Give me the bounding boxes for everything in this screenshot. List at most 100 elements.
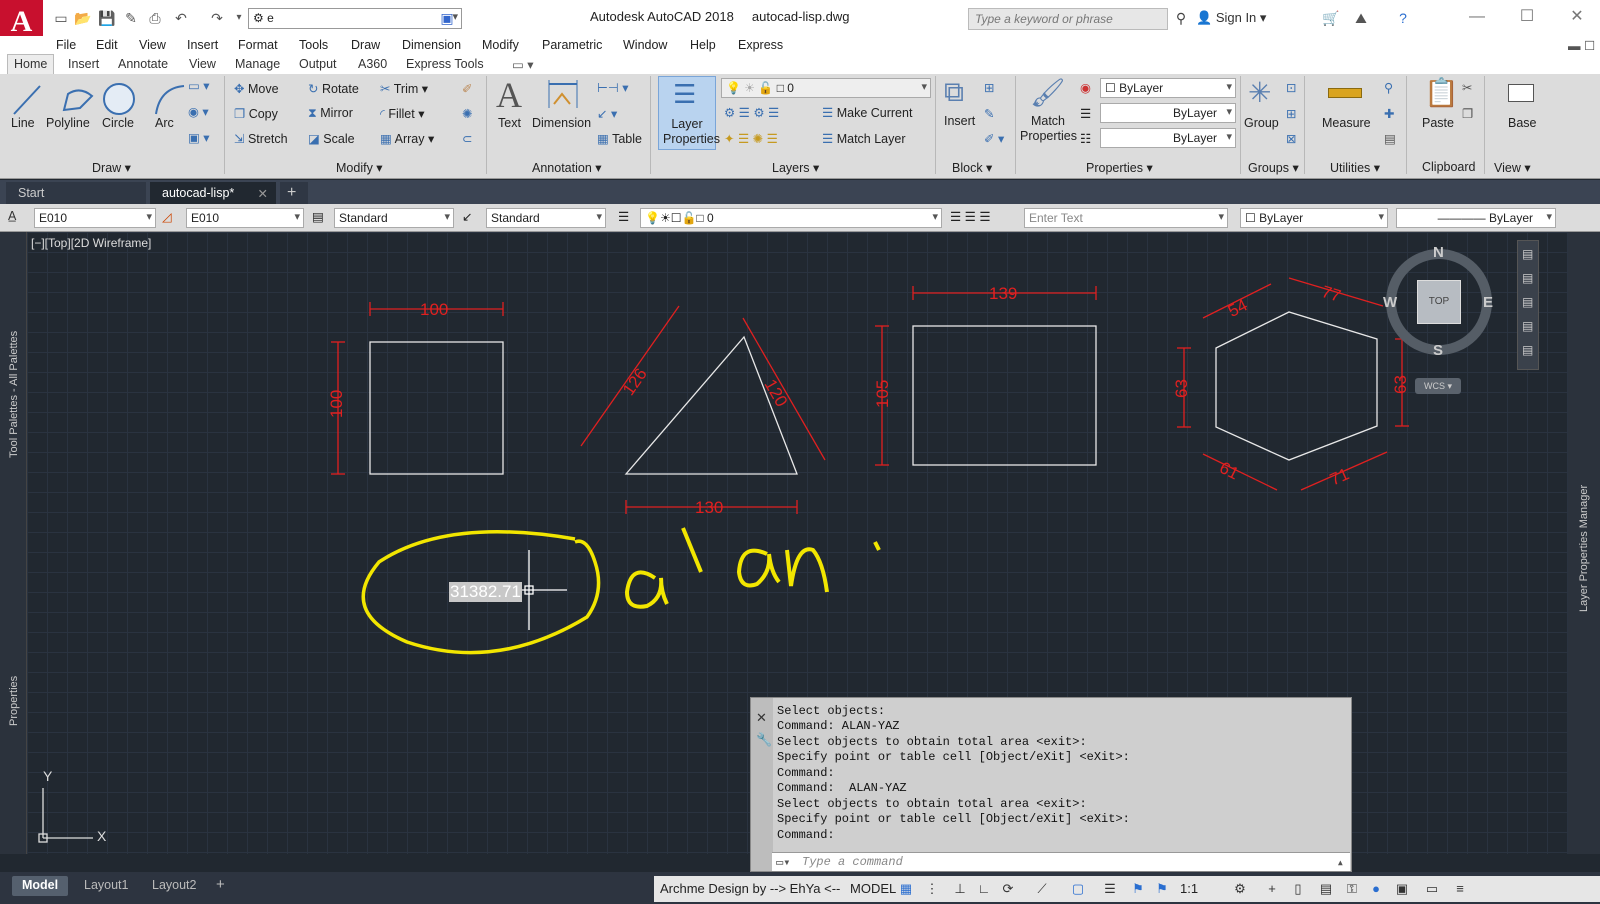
panel-label-annotation[interactable]: Annotation ▾ bbox=[532, 160, 602, 175]
panel-label-groups[interactable]: Groups ▾ bbox=[1248, 160, 1299, 175]
move-button[interactable]: ✥ Move bbox=[234, 81, 279, 96]
panel-label-block[interactable]: Block ▾ bbox=[952, 160, 992, 175]
ortho-icon[interactable]: ⊥ bbox=[952, 881, 968, 897]
hardware-acceleration-icon[interactable]: ▣ bbox=[1394, 881, 1410, 897]
showmotion-icon[interactable]: ▤ bbox=[1522, 343, 1533, 357]
tool-palette-strip[interactable]: Tool Palettes - All Palettes Properties bbox=[0, 232, 27, 854]
calculator-icon[interactable]: ▤ bbox=[1384, 131, 1396, 146]
edit-block-icon[interactable]: ✎ bbox=[984, 106, 994, 121]
panel-label-layers[interactable]: Layers ▾ bbox=[772, 160, 819, 175]
isodraft-icon[interactable]: ⟳ bbox=[1000, 881, 1016, 897]
menu-dimension[interactable]: Dimension bbox=[402, 38, 461, 52]
menu-draw[interactable]: Draw bbox=[351, 38, 380, 52]
cart-icon[interactable]: 🛒 bbox=[1322, 9, 1340, 27]
panel-label-properties[interactable]: Properties ▾ bbox=[1086, 160, 1153, 175]
linear-dim-icon[interactable]: ⊢⊣ ▾ bbox=[597, 80, 629, 95]
copy-clip-icon[interactable]: ❐ bbox=[1462, 106, 1473, 121]
base-button[interactable]: Base bbox=[1508, 116, 1537, 130]
orbit-icon[interactable]: ▤ bbox=[1522, 319, 1533, 333]
tab-a360[interactable]: A360 bbox=[358, 57, 387, 71]
layer-tool-icons[interactable]: ⚙ ☰ ⚙ ☰ bbox=[724, 105, 779, 120]
polyline-button[interactable]: Polyline bbox=[46, 116, 90, 130]
redo-icon[interactable]: ↷ bbox=[208, 9, 226, 27]
isolate-objects-icon[interactable]: ● bbox=[1368, 881, 1384, 897]
menu-view[interactable]: View bbox=[139, 38, 166, 52]
open-icon[interactable]: 📂 bbox=[74, 9, 92, 27]
make-current-button[interactable]: ☰ Make Current bbox=[822, 105, 912, 120]
leader-icon[interactable]: ↙ ▾ bbox=[597, 106, 617, 121]
object-snap-tracking-icon[interactable]: ⟋ bbox=[1034, 881, 1050, 897]
layer-properties-button[interactable]: ☰ Layer Properties bbox=[658, 76, 720, 150]
quick-properties-icon[interactable]: ▤ bbox=[1318, 881, 1334, 897]
lineweight-dropdown[interactable]: ByLayer bbox=[1100, 103, 1236, 123]
menu-help[interactable]: Help bbox=[690, 38, 716, 52]
properties-palette-label[interactable]: Properties bbox=[8, 676, 20, 726]
attribute-icon[interactable]: ✐ ▾ bbox=[984, 131, 1004, 146]
panel-label-draw[interactable]: Draw ▾ bbox=[92, 160, 131, 175]
layer-toolbar-dropdown[interactable]: 💡☀☐🔓□ 0 bbox=[640, 208, 942, 228]
linetype-dropdown[interactable]: ByLayer bbox=[1100, 128, 1236, 148]
stretch-button[interactable]: ⇲ Stretch bbox=[234, 131, 288, 146]
tab-annotate[interactable]: Annotate bbox=[118, 57, 168, 71]
cut-icon[interactable]: ✂ bbox=[1462, 80, 1472, 95]
compass-s[interactable]: S bbox=[1433, 342, 1443, 359]
panel-label-utilities[interactable]: Utilities ▾ bbox=[1330, 160, 1380, 175]
model-space-button[interactable]: MODEL bbox=[850, 881, 896, 896]
workspace-select[interactable]: ⚙ e bbox=[248, 8, 462, 29]
annotation-monitor-icon[interactable]: + bbox=[1264, 881, 1280, 897]
grid-icon[interactable]: ▦ bbox=[898, 881, 914, 897]
lineweight-display-icon[interactable]: ☰ bbox=[1102, 881, 1118, 897]
tab-view[interactable]: View bbox=[189, 57, 216, 71]
command-history-icon[interactable]: ▴ bbox=[1337, 855, 1344, 870]
menu-insert[interactable]: Insert bbox=[187, 38, 218, 52]
scale-button[interactable]: ◪ Scale bbox=[308, 131, 355, 146]
close-tab-icon[interactable]: ✕ bbox=[258, 186, 268, 201]
help-search-input[interactable]: Type a keyword or phrase bbox=[968, 8, 1168, 30]
match-layer-button[interactable]: ☰ Match Layer bbox=[822, 131, 905, 146]
rectangle-icon[interactable]: ▭ ▾ bbox=[188, 78, 210, 93]
multileader-style-dropdown[interactable]: Standard bbox=[486, 208, 606, 228]
share-icon[interactable]: ▣ bbox=[438, 9, 456, 27]
menu-file[interactable]: File bbox=[56, 38, 76, 52]
copy-button[interactable]: ❐ Copy bbox=[234, 106, 278, 121]
panel-label-modify[interactable]: Modify ▾ bbox=[336, 160, 383, 175]
insert-button[interactable]: Insert bbox=[944, 114, 975, 128]
layer-tools-icons[interactable]: ☰ ☰ ☰ bbox=[950, 209, 991, 224]
enter-text-input[interactable]: Enter Text bbox=[1024, 208, 1228, 228]
new-icon[interactable]: ▭ bbox=[52, 9, 70, 27]
linetype-toolbar-dropdown[interactable]: ———— ByLayer bbox=[1396, 208, 1556, 228]
add-layout-icon[interactable]: + bbox=[210, 876, 231, 896]
menu-express[interactable]: Express bbox=[738, 38, 783, 52]
array-button[interactable]: ▦ Array ▾ bbox=[380, 131, 434, 146]
tab-output[interactable]: Output bbox=[299, 57, 337, 71]
undo-icon[interactable]: ↶ bbox=[172, 9, 190, 27]
compass-n[interactable]: N bbox=[1433, 244, 1444, 261]
customization-icon[interactable]: ≡ bbox=[1452, 881, 1468, 897]
help-icon[interactable]: ? bbox=[1394, 9, 1412, 27]
command-prompt-icon[interactable]: ▭▾ bbox=[776, 855, 790, 870]
sign-in-button[interactable]: 👤 Sign In ▾ bbox=[1196, 10, 1266, 26]
wcs-menu[interactable]: WCS ▾ bbox=[1415, 378, 1461, 394]
menu-tools[interactable]: Tools bbox=[299, 38, 328, 52]
quick-select-icon[interactable]: ⚲ bbox=[1384, 80, 1393, 95]
dropdown-icon[interactable]: ▾ bbox=[230, 9, 248, 27]
navigation-bar[interactable]: ▤ ▤ ▤ ▤ ▤ bbox=[1517, 240, 1539, 370]
new-tab-button[interactable]: + bbox=[280, 182, 308, 204]
text-style-dropdown[interactable]: E010 bbox=[186, 208, 304, 228]
table-style-dropdown[interactable]: Standard bbox=[334, 208, 454, 228]
snap-icon[interactable]: ⋮ bbox=[924, 881, 940, 897]
circle-button[interactable]: Circle bbox=[102, 116, 134, 130]
trim-button[interactable]: ✂ Trim ▾ bbox=[380, 81, 428, 96]
clean-screen-icon[interactable]: ▭ bbox=[1424, 881, 1440, 897]
viewcube-top-face[interactable]: TOP bbox=[1417, 280, 1461, 324]
hatch-icon[interactable]: ◉ ▾ bbox=[188, 104, 209, 119]
tool-palettes-label[interactable]: Tool Palettes - All Palettes bbox=[8, 331, 20, 458]
layer-manager-icon[interactable]: ☰ bbox=[618, 209, 629, 224]
tab-home[interactable]: Home bbox=[7, 54, 55, 74]
region-icon[interactable]: ▣ ▾ bbox=[188, 130, 210, 145]
dimension-button[interactable]: Dimension bbox=[532, 116, 591, 130]
table-button[interactable]: ▦ Table bbox=[597, 131, 642, 146]
tab-insert[interactable]: Insert bbox=[68, 57, 99, 71]
mirror-button[interactable]: ⧗ Mirror bbox=[308, 106, 353, 121]
color-toolbar-dropdown[interactable]: ☐ ByLayer bbox=[1240, 208, 1388, 228]
